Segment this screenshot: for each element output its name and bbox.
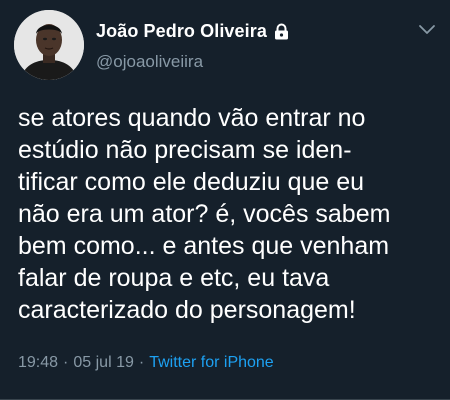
user-name-row[interactable]: João Pedro Oliveira [96, 18, 289, 44]
lock-icon [274, 23, 289, 40]
user-handle[interactable]: @ojoaoliveiira [96, 52, 203, 72]
tweet-text: se atores quando vão entrar no estúdio n… [18, 104, 391, 324]
meta-separator: · [63, 354, 69, 371]
chevron-down-icon[interactable] [418, 23, 436, 35]
tweet-time[interactable]: 19:48 [18, 354, 58, 372]
avatar-portrait [14, 10, 84, 80]
tweet-card: João Pedro Oliveira @ojoaoliveiira se at… [0, 0, 450, 400]
avatar[interactable] [14, 10, 84, 80]
meta-separator: · [138, 354, 145, 371]
tweet-date[interactable]: 05 jul 19 [73, 354, 134, 372]
display-name[interactable]: João Pedro Oliveira [96, 21, 267, 42]
tweet-meta: 19:48 · 05 jul 19 · Twitter for iPhone [18, 354, 274, 372]
tweet-source-link[interactable]: Twitter for iPhone [149, 354, 274, 372]
